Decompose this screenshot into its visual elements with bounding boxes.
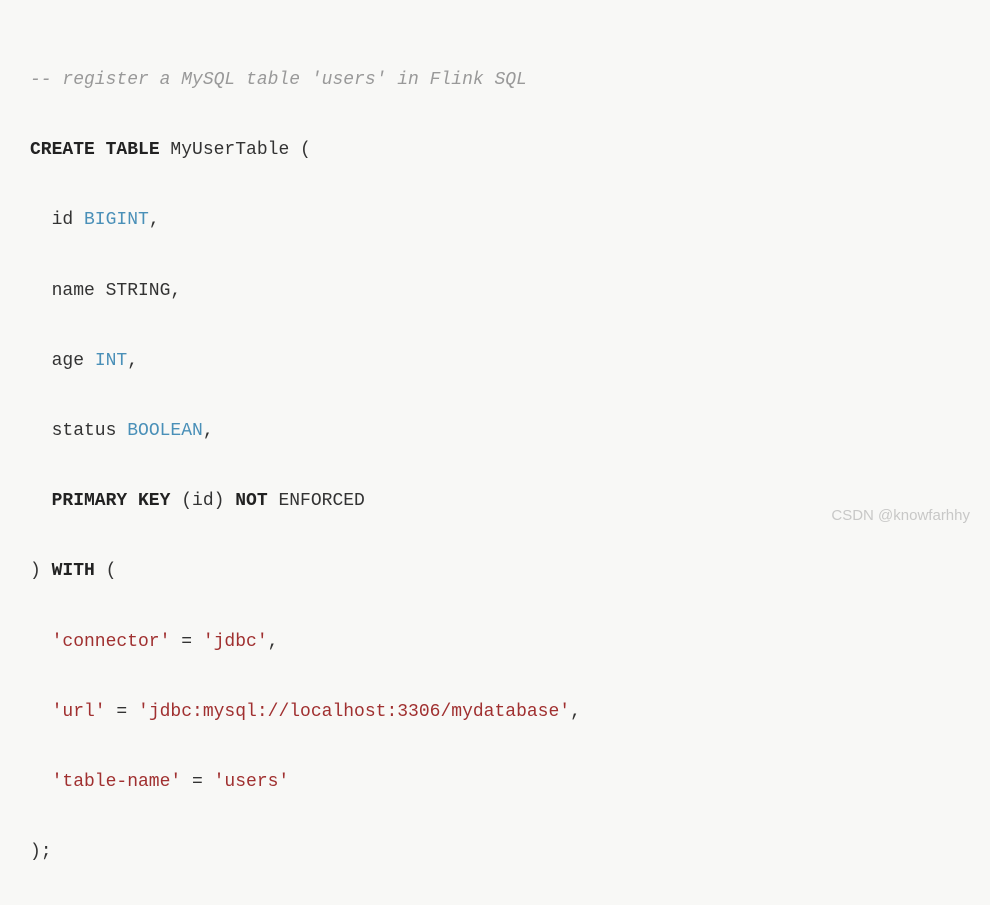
type-int: INT bbox=[95, 351, 127, 371]
sql-code-block: -- register a MySQL table 'users' in Fli… bbox=[30, 28, 960, 905]
keyword-primary-key: PRIMARY KEY bbox=[52, 491, 171, 511]
comma: , bbox=[203, 421, 214, 441]
pk-enforced: ENFORCED bbox=[268, 491, 365, 511]
eq-sign: = bbox=[106, 702, 138, 722]
eq-sign: = bbox=[170, 632, 202, 652]
comma: , bbox=[127, 351, 138, 371]
col-id: id bbox=[52, 210, 84, 230]
statement-end: ); bbox=[30, 842, 52, 862]
close-paren: ) bbox=[30, 561, 52, 581]
col-age: age bbox=[52, 351, 95, 371]
pk-columns: (id) bbox=[170, 491, 235, 511]
opt-connector-val: 'jdbc' bbox=[203, 632, 268, 652]
keyword-create-table: CREATE TABLE bbox=[30, 140, 160, 160]
comma: , bbox=[268, 632, 279, 652]
watermark-text: CSDN @knowfarhhy bbox=[831, 501, 970, 530]
sql-comment: -- register a MySQL table 'users' in Fli… bbox=[30, 70, 527, 90]
type-bigint: BIGINT bbox=[84, 210, 149, 230]
opt-connector-key: 'connector' bbox=[52, 632, 171, 652]
col-status: status bbox=[52, 421, 128, 441]
comma: , bbox=[570, 702, 581, 722]
type-boolean: BOOLEAN bbox=[127, 421, 203, 441]
opt-tablename-val: 'users' bbox=[214, 772, 290, 792]
table-identifier: MyUserTable ( bbox=[160, 140, 311, 160]
keyword-with: WITH bbox=[52, 561, 95, 581]
opt-url-key: 'url' bbox=[52, 702, 106, 722]
comma: , bbox=[149, 210, 160, 230]
opt-tablename-key: 'table-name' bbox=[52, 772, 182, 792]
with-open: ( bbox=[95, 561, 117, 581]
opt-url-val: 'jdbc:mysql://localhost:3306/mydatabase' bbox=[138, 702, 570, 722]
keyword-not: NOT bbox=[235, 491, 267, 511]
eq-sign: = bbox=[181, 772, 213, 792]
col-name: name STRING, bbox=[52, 281, 182, 301]
